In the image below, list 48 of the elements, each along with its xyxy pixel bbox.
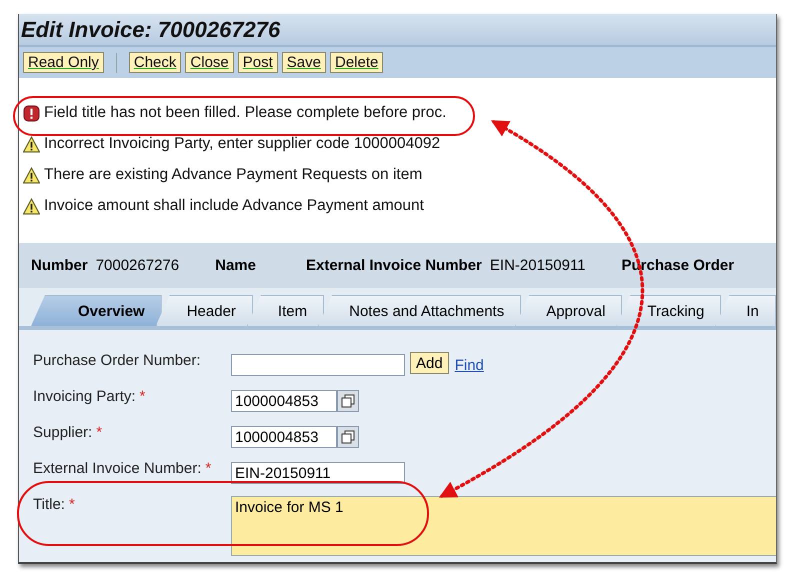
lookup-button[interactable]	[337, 426, 359, 448]
tab[interactable]: Tracking	[616, 295, 722, 326]
input-field[interactable]: 1000004853	[231, 390, 337, 412]
tab[interactable]: Item	[246, 295, 324, 326]
required-marker: *	[140, 388, 146, 405]
field-label: Name	[215, 257, 256, 274]
field-label: Title:	[33, 496, 65, 513]
copy-icon	[341, 430, 355, 444]
warning-icon	[23, 166, 40, 184]
field-label: External Invoice Number:	[33, 460, 202, 477]
field-label: Number	[31, 257, 88, 274]
toolbar-button[interactable]: Post	[238, 52, 278, 73]
tab[interactable]: In	[715, 295, 776, 326]
field-value: 7000267276	[96, 257, 180, 274]
toolbar-button[interactable]: Read Only	[23, 52, 104, 73]
message-text: Field title has not been filled. Please complete before proc.	[44, 104, 446, 122]
message-text: Incorrect Invoicing Party, enter supplier code 1000004092	[44, 135, 440, 153]
error-icon	[23, 104, 40, 122]
tab[interactable]: Overview	[31, 295, 162, 326]
input-field[interactable]: EIN-20150911	[231, 462, 405, 484]
field-label: Purchase Order	[622, 257, 734, 274]
lookup-button[interactable]	[337, 390, 359, 412]
text-area[interactable]: Invoice for MS 1	[231, 496, 776, 556]
copy-icon	[341, 394, 355, 408]
tab[interactable]: Notes and Attachments	[318, 295, 522, 326]
tab[interactable]: Approval	[515, 295, 622, 326]
input-field[interactable]	[231, 354, 405, 376]
toolbar-button[interactable]: Save	[282, 52, 326, 73]
field-label: Invoicing Party:	[33, 388, 136, 405]
field-label: Purchase Order Number:	[33, 352, 201, 369]
find-link[interactable]: Find	[454, 357, 484, 374]
message-text: There are existing Advance Payment Requests on item	[44, 166, 422, 184]
warning-icon	[23, 198, 40, 214]
toolbar-button[interactable]: Check	[128, 52, 182, 73]
toolbar-button[interactable]: Close	[185, 52, 234, 73]
required-marker: *	[96, 424, 102, 441]
field-label: External Invoice Number	[306, 257, 482, 274]
message-text: Invoice amount shall include Advance Payment amount	[44, 197, 424, 215]
add-button[interactable]: Add	[410, 352, 449, 374]
required-marker: *	[68, 496, 75, 513]
toolbar-button[interactable]: Delete	[330, 52, 384, 73]
tab[interactable]: Header	[156, 295, 253, 326]
field-label: Supplier:	[33, 424, 92, 441]
field-value: EIN-20150911	[490, 257, 586, 274]
input-field[interactable]: 1000004853	[231, 426, 337, 448]
window-title: Edit Invoice: 7000267276	[21, 16, 280, 42]
warning-icon	[23, 136, 40, 152]
required-marker: *	[205, 460, 212, 477]
